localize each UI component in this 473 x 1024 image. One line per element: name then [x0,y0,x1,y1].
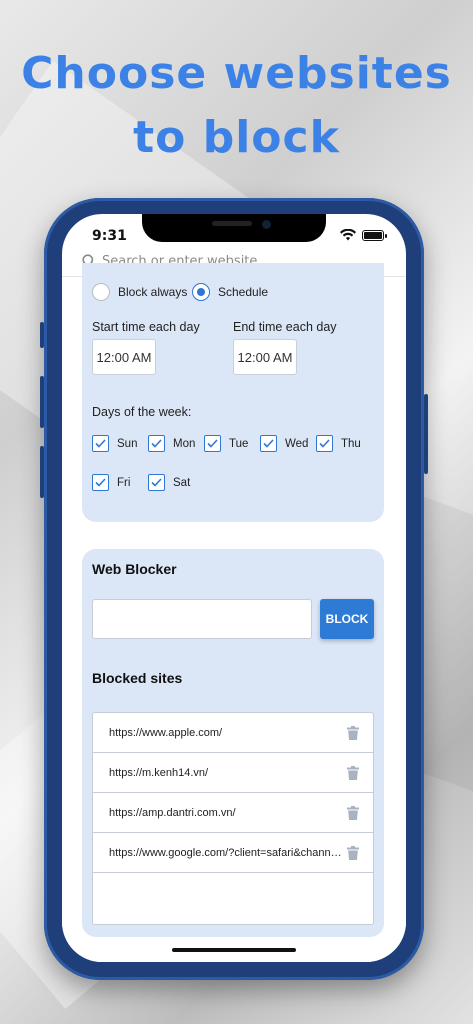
checkbox-sat[interactable] [148,474,165,491]
start-time-label: Start time each day [92,320,200,334]
blocked-sites-list: https://www.apple.com/ https://m.kenh14.… [92,712,374,925]
checkbox-sun[interactable] [92,435,109,452]
check-icon [151,478,162,487]
check-icon [207,439,218,448]
day-sat[interactable]: Sat [148,474,204,491]
phone-screen: 9:31 Search or enter website Block alway… [62,214,406,962]
day-label: Sat [173,476,191,489]
check-icon [151,439,162,448]
blocked-sites-title: Blocked sites [92,670,183,686]
block-button[interactable]: BLOCK [320,599,374,639]
list-item[interactable]: https://amp.dantri.com.vn/ [93,793,373,833]
site-url: https://www.apple.com/ [109,726,223,739]
list-item[interactable]: https://www.apple.com/ [93,713,373,753]
radio-block-always-label: Block always [118,285,188,299]
status-time: 9:31 [92,228,127,244]
day-label: Sun [117,437,138,450]
check-icon [95,478,106,487]
radio-block-always-circle[interactable] [92,283,110,301]
camera [262,220,271,229]
day-tue[interactable]: Tue [204,435,260,452]
trash-icon[interactable] [347,805,359,820]
check-icon [319,439,330,448]
day-label: Thu [341,437,361,450]
home-indicator [172,948,296,952]
headline-line-1: Choose websites [21,48,452,99]
site-url: https://m.kenh14.vn/ [109,766,209,779]
list-item[interactable]: https://www.google.com/?client=safari&ch… [93,833,373,873]
headline: Choose websites to block [0,42,473,170]
checkbox-wed[interactable] [260,435,277,452]
day-label: Mon [173,437,196,450]
phone-volume-down [40,446,44,498]
day-label: Fri [117,476,131,489]
trash-icon[interactable] [347,765,359,780]
url-input[interactable] [92,599,312,639]
day-thu[interactable]: Thu [316,435,372,452]
speaker [212,221,252,226]
day-label: Tue [229,437,249,450]
radio-block-always[interactable]: Block always [92,283,187,301]
day-fri[interactable]: Fri [92,474,148,491]
day-mon[interactable]: Mon [148,435,204,452]
phone-side-button [40,322,44,348]
checkbox-mon[interactable] [148,435,165,452]
trash-icon[interactable] [347,725,359,740]
site-url: https://amp.dantri.com.vn/ [109,806,236,819]
web-blocker-card: Web Blocker BLOCK Blocked sites https://… [82,549,384,937]
status-icons [340,229,387,241]
end-time-picker[interactable]: 12:00 AM [233,339,297,375]
phone-volume-up [40,376,44,428]
days-label: Days of the week: [92,405,192,419]
wifi-icon [340,229,356,241]
checkbox-thu[interactable] [316,435,333,452]
battery-icon [362,229,387,241]
end-time-label: End time each day [233,320,337,334]
radio-schedule-circle[interactable] [192,283,210,301]
schedule-card: Block always Schedule Start time each da… [82,263,384,522]
page-content: Block always Schedule Start time each da… [62,263,406,962]
check-icon [95,439,106,448]
checkbox-fri[interactable] [92,474,109,491]
radio-schedule-label: Schedule [218,285,269,299]
web-blocker-title: Web Blocker [92,561,177,577]
checkbox-tue[interactable] [204,435,221,452]
day-sun[interactable]: Sun [92,435,148,452]
trash-icon[interactable] [347,845,359,860]
check-icon [263,439,274,448]
list-item[interactable]: https://m.kenh14.vn/ [93,753,373,793]
notch [142,214,326,242]
day-wed[interactable]: Wed [260,435,316,452]
days-row-2: Fri Sat [92,474,204,491]
headline-line-2: to block [133,112,340,163]
radio-schedule[interactable]: Schedule [192,283,268,301]
site-url: https://www.google.com/?client=safari&ch… [109,846,343,859]
days-row-1: Sun Mon Tue Wed Thu [92,435,372,452]
phone-power-button [424,394,428,474]
start-time-picker[interactable]: 12:00 AM [92,339,156,375]
day-label: Wed [285,437,309,450]
